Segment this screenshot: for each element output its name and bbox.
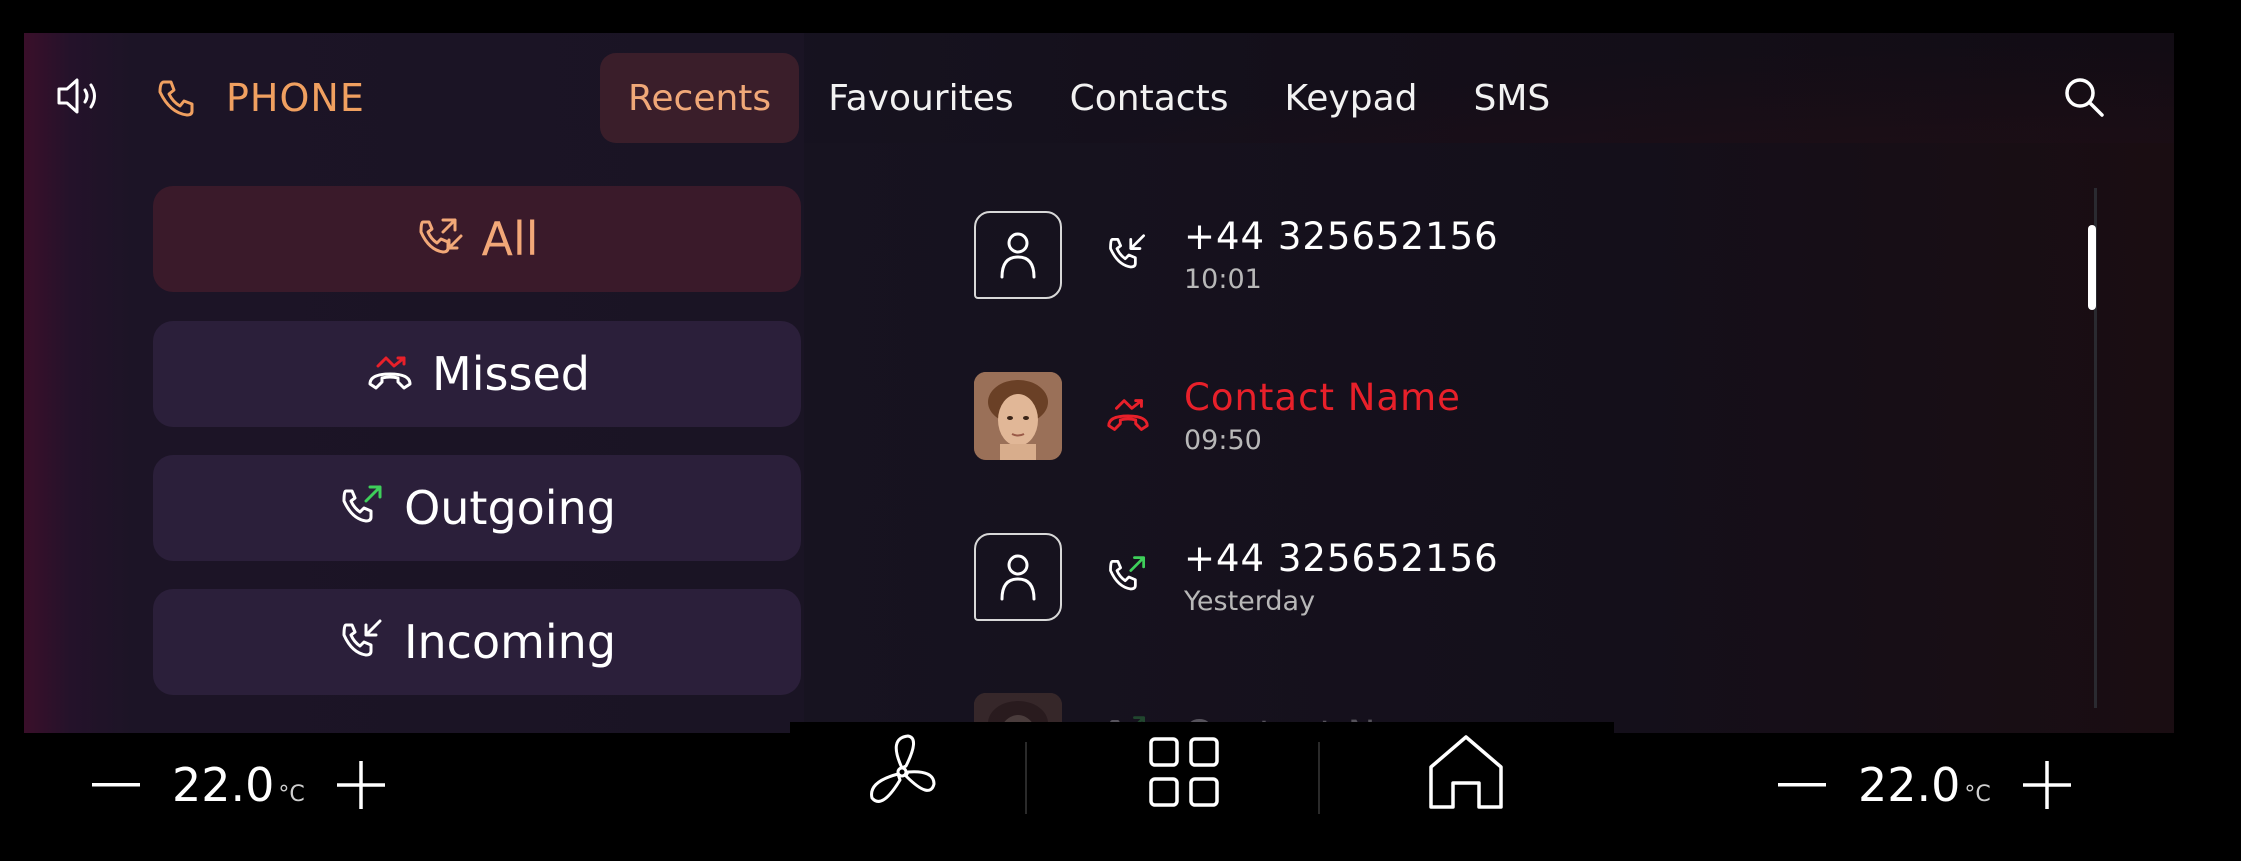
filter-incoming[interactable]: Incoming: [153, 589, 801, 695]
outgoing-call-icon: [1109, 556, 1146, 591]
missed-call-icon: [368, 356, 412, 390]
plus-icon: [336, 761, 385, 809]
filter-label: Missed: [432, 347, 590, 401]
app-header: PHONE: [156, 68, 365, 128]
face-photo-icon: [974, 372, 1062, 460]
tab-contacts[interactable]: Contacts: [1043, 53, 1256, 143]
call-row[interactable]: +44 325652156 Yesterday: [974, 531, 1499, 623]
search-icon: [2065, 78, 2104, 117]
app-title: PHONE: [226, 76, 365, 120]
phone-icon: [158, 80, 194, 117]
apps-grid-icon: [1149, 737, 1219, 807]
temperature-unit: °C: [278, 782, 305, 807]
tab-recents[interactable]: Recents: [600, 53, 800, 143]
temperature-value: 22.0: [172, 758, 275, 812]
climate-left: 22.0 °C: [86, 745, 391, 825]
home-button[interactable]: [1386, 722, 1546, 822]
contact-avatar: [974, 533, 1062, 621]
caller-name: +44 325652156: [1184, 215, 1499, 258]
filter-label: Outgoing: [404, 481, 616, 535]
call-time: Yesterday: [1184, 586, 1316, 617]
call-time: 09:50: [1184, 425, 1262, 456]
home-icon: [1429, 735, 1503, 809]
filter-all[interactable]: All: [153, 186, 801, 292]
temperature-display: 22.0 °C: [1858, 758, 1991, 812]
person-icon: [1000, 232, 1036, 279]
filter-label: All: [481, 212, 539, 266]
missed-call-icon: [1107, 399, 1149, 431]
tab-bar: Recents Favourites Contacts Keypad SMS: [600, 53, 1579, 143]
fan-icon: [870, 734, 936, 803]
temp-decrease-button[interactable]: [86, 755, 146, 815]
apps-button[interactable]: [1104, 722, 1264, 822]
call-row[interactable]: +44 325652156 10:01: [974, 209, 1499, 301]
volume-button[interactable]: [50, 66, 110, 126]
climate-right: 22.0 °C: [1772, 745, 2077, 825]
fan-button[interactable]: [822, 722, 982, 822]
call-row[interactable]: Contact Name 09:50: [974, 370, 1461, 462]
incoming-call-icon: [342, 619, 382, 657]
tab-favourites[interactable]: Favourites: [801, 53, 1040, 143]
minus-icon: [92, 783, 140, 787]
call-type-indicator: [1098, 394, 1158, 438]
contact-avatar: [974, 211, 1062, 299]
call-time: 10:01: [1184, 264, 1262, 295]
call-type-indicator: [1098, 554, 1158, 600]
filter-missed[interactable]: Missed: [153, 321, 801, 427]
plus-icon: [2022, 761, 2071, 809]
filter-label: Incoming: [403, 615, 617, 669]
bottom-dock: [790, 722, 1614, 830]
temperature-display: 22.0 °C: [172, 758, 305, 812]
dock-divider: [1025, 742, 1027, 814]
scroll-thumb[interactable]: [2088, 225, 2096, 310]
all-calls-icon: [419, 218, 463, 254]
temperature-value: 22.0: [1858, 758, 1961, 812]
call-type-indicator: [1098, 232, 1158, 278]
incoming-call-icon: [1109, 234, 1146, 269]
speaker-icon: [57, 78, 96, 114]
minus-icon: [1778, 783, 1826, 787]
temperature-unit: °C: [1964, 782, 1991, 807]
temp-decrease-button[interactable]: [1772, 755, 1832, 815]
person-icon: [1000, 554, 1036, 601]
contact-photo: [974, 372, 1062, 460]
temp-increase-button[interactable]: [2017, 755, 2077, 815]
caller-name: +44 325652156: [1184, 537, 1499, 580]
temp-increase-button[interactable]: [331, 755, 391, 815]
tab-keypad[interactable]: Keypad: [1257, 53, 1444, 143]
tab-sms[interactable]: SMS: [1446, 53, 1577, 143]
filter-outgoing[interactable]: Outgoing: [153, 455, 801, 561]
dock-divider: [1318, 742, 1320, 814]
search-button[interactable]: [2054, 67, 2114, 127]
outgoing-call-icon: [342, 485, 382, 523]
caller-name: Contact Name: [1184, 376, 1461, 419]
